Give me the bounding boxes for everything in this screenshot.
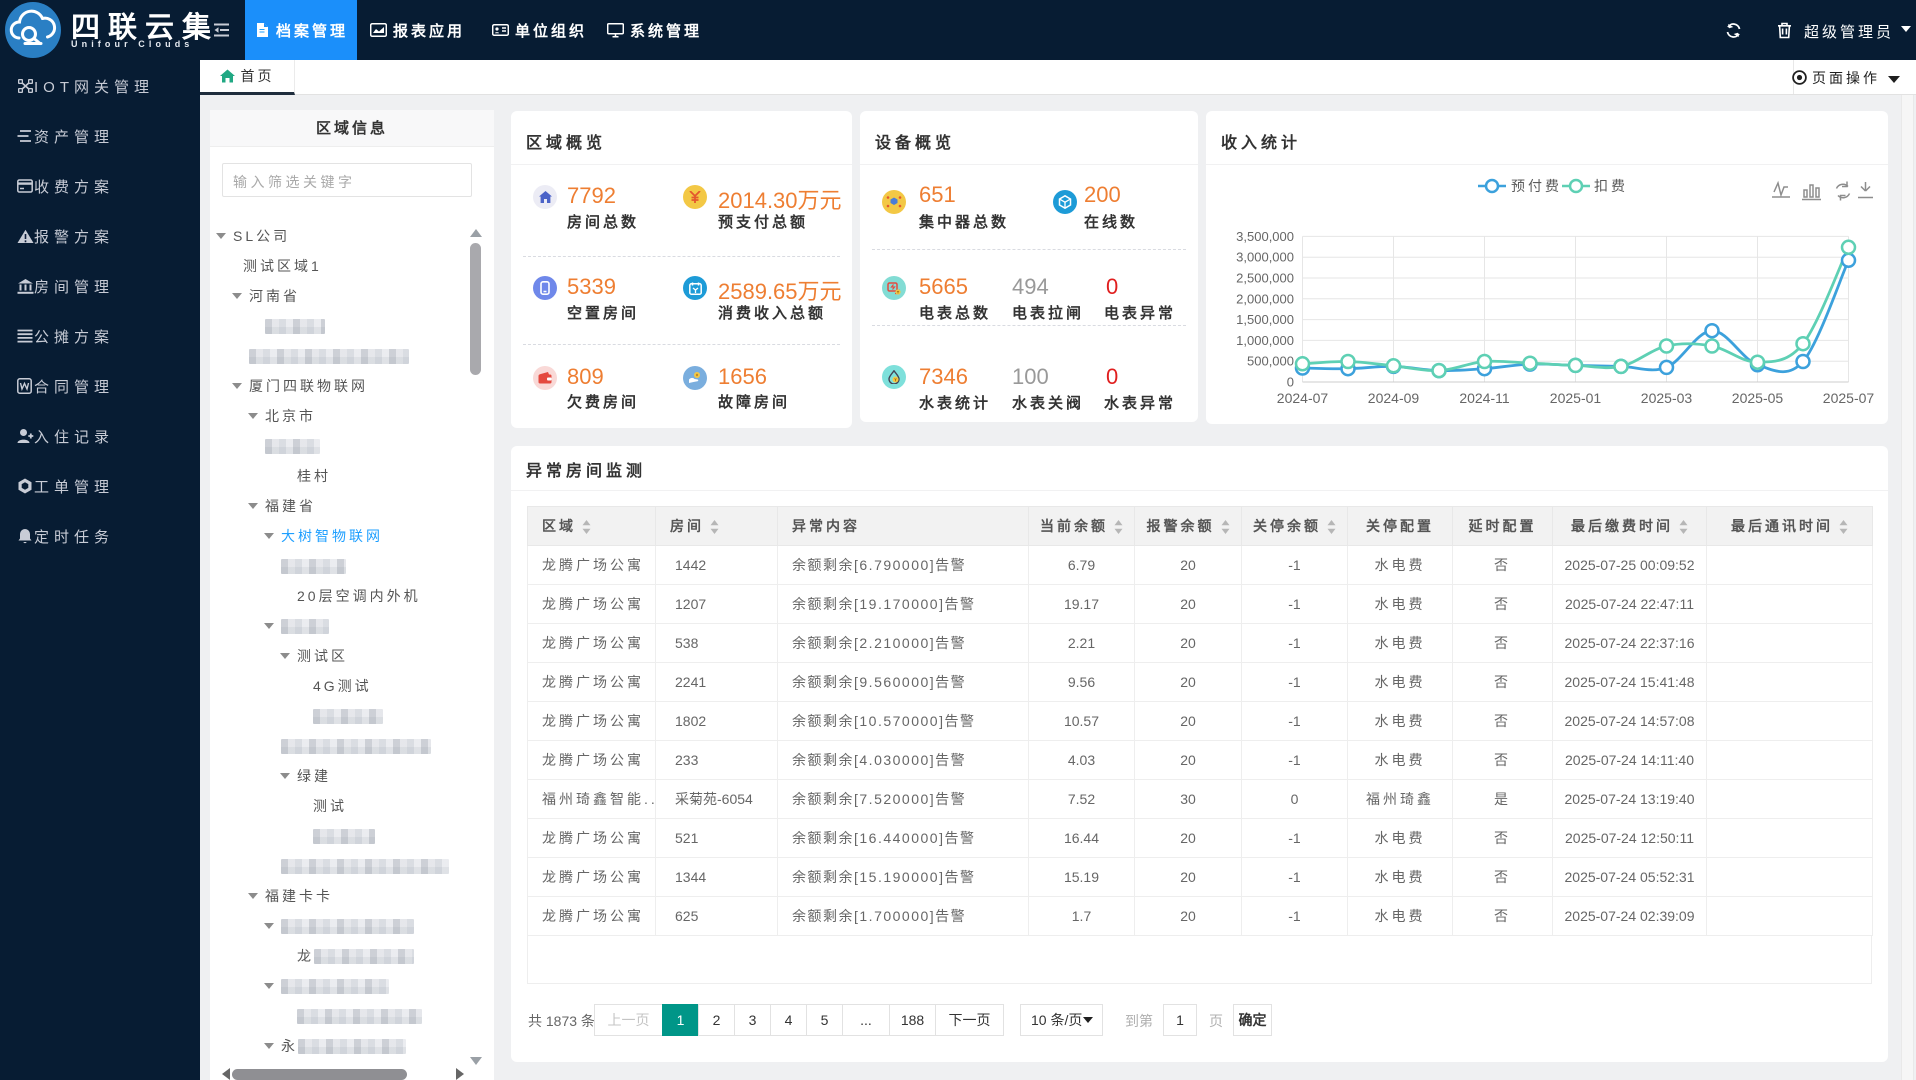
svg-text:2025-03: 2025-03 xyxy=(1641,390,1693,406)
svg-text:2025-07: 2025-07 xyxy=(1823,390,1875,406)
svg-text:1,000,000: 1,000,000 xyxy=(1236,333,1294,348)
svg-text:3,000,000: 3,000,000 xyxy=(1236,250,1294,265)
svg-text:2024-09: 2024-09 xyxy=(1368,390,1420,406)
svg-text:2025-01: 2025-01 xyxy=(1550,390,1602,406)
svg-text:1,500,000: 1,500,000 xyxy=(1236,312,1294,327)
svg-text:500,000: 500,000 xyxy=(1247,354,1294,369)
svg-text:2,500,000: 2,500,000 xyxy=(1236,271,1294,286)
svg-text:0: 0 xyxy=(1287,375,1294,390)
svg-text:3,500,000: 3,500,000 xyxy=(1236,229,1294,244)
svg-text:2025-05: 2025-05 xyxy=(1732,390,1784,406)
svg-text:2,000,000: 2,000,000 xyxy=(1236,291,1294,306)
svg-text:预付费: 预付费 xyxy=(1511,178,1562,194)
svg-text:扣费: 扣费 xyxy=(1594,178,1628,194)
svg-text:2024-07: 2024-07 xyxy=(1277,390,1329,406)
svg-text:2024-11: 2024-11 xyxy=(1459,390,1510,406)
